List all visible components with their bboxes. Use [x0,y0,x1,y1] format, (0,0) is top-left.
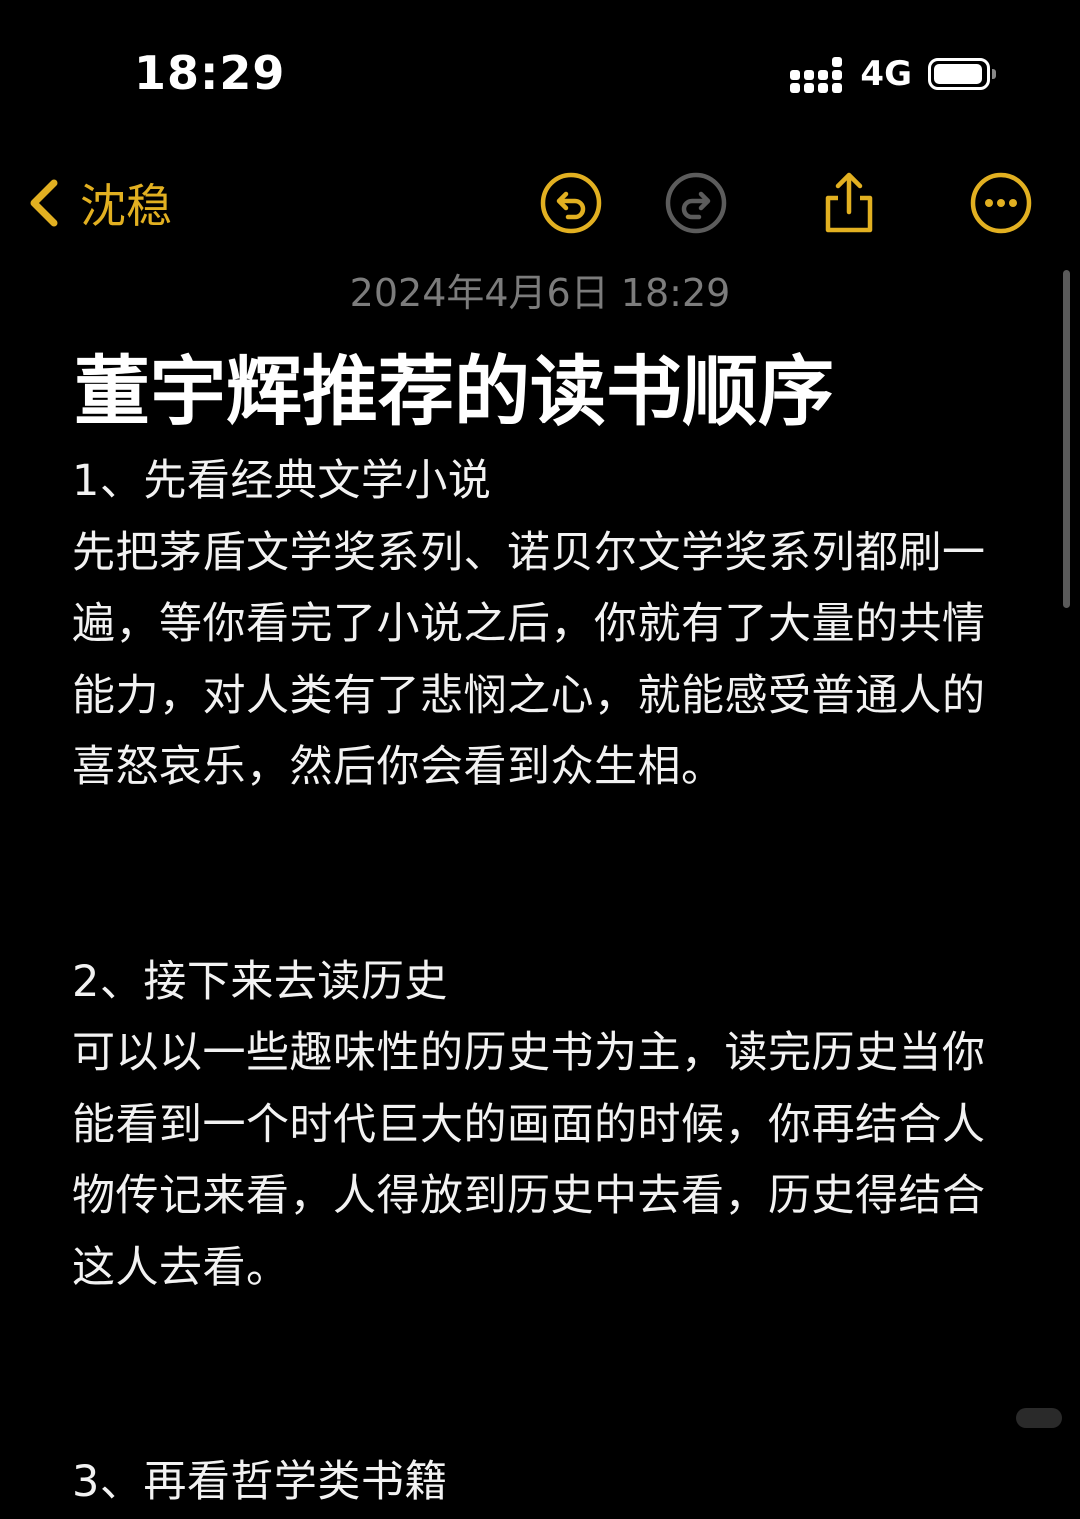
status-bar: 18:29 4G [0,0,1080,140]
scroll-indicator[interactable] [1063,270,1070,608]
signal-icon [790,55,843,93]
back-button[interactable]: 沈稳 [22,168,172,238]
share-icon [825,172,873,233]
note-date: 2024年4月6日 18:29 [349,271,731,315]
more-icon [970,172,1032,234]
nav-bar: 沈稳 [0,160,1080,250]
note-section-2: 2、接下来去读历史 可以以一些趣味性的历史书为主，读完历史当你能看到一个时代巨大… [72,947,1012,1305]
note-body[interactable]: 1、先看经典文学小说 先把茅盾文学奖系列、诺贝尔文学奖系列都刷一遍，等你看完了小… [72,446,1012,1519]
section-heading: 3、再看哲学类书籍 [72,1457,448,1507]
status-indicators: 4G [790,54,996,94]
section-paragraph: 可以以一些趣味性的历史书为主，读完历史当你能看到一个时代巨大的画面的时候，你再结… [72,1028,986,1293]
status-time: 18:29 [134,46,286,100]
note-section-3: 3、再看哲学类书籍 [72,1447,1012,1519]
note-section-1: 1、先看经典文学小说 先把茅盾文学奖系列、诺贝尔文学奖系列都刷一遍，等你看完了小… [72,446,1012,804]
section-paragraph: 先把茅盾文学奖系列、诺贝尔文学奖系列都刷一遍，等你看完了小说之后，你就有了大量的… [72,527,986,793]
redo-icon [665,172,727,234]
network-type-label: 4G [860,54,912,94]
watermark-badge [1016,1408,1062,1428]
battery-fill [934,64,982,84]
share-button[interactable] [816,170,882,236]
undo-icon [540,172,602,234]
section-heading: 2、接下来去读历史 [72,956,448,1007]
chevron-left-icon [30,179,58,227]
section-heading: 1、先看经典文学小说 [72,456,492,506]
more-button[interactable] [968,170,1034,236]
battery-icon [928,58,996,90]
back-label: 沈稳 [80,179,172,233]
note-title[interactable]: 董宇辉推荐的读书顺序 [74,330,834,440]
undo-button[interactable] [538,170,604,236]
redo-button[interactable] [663,170,729,236]
